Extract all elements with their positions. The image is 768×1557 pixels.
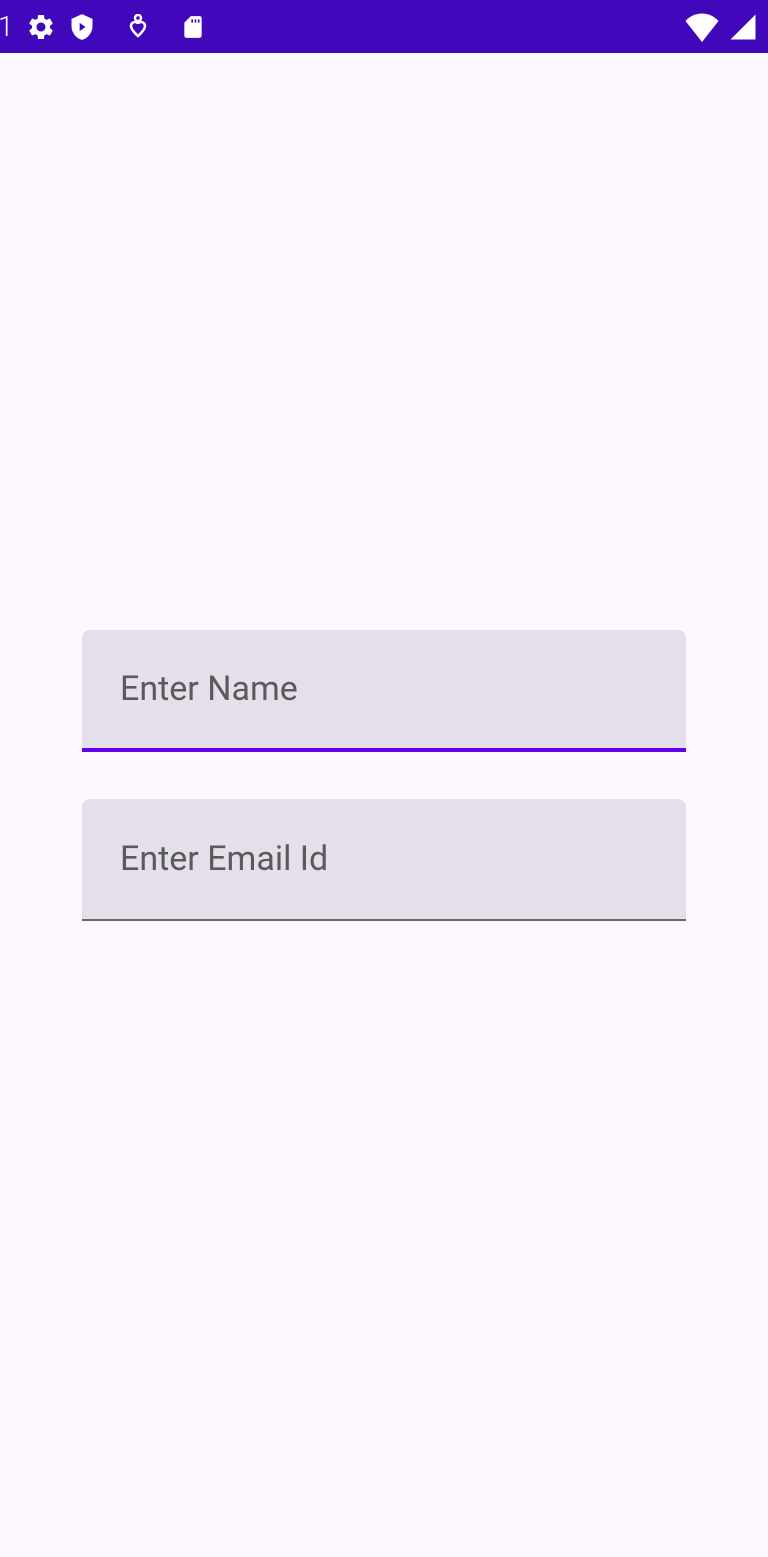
- form-container: [82, 630, 686, 921]
- status-digit: 1: [0, 10, 14, 43]
- person-heart-icon: [126, 14, 150, 40]
- cellular-signal-icon: [728, 12, 758, 42]
- email-input[interactable]: [82, 799, 686, 921]
- settings-gear-icon: [26, 12, 56, 42]
- name-input[interactable]: [82, 630, 686, 752]
- sd-card-icon: [180, 12, 206, 42]
- wifi-icon: [684, 12, 720, 42]
- main-content: [0, 23, 768, 1527]
- status-right-icons: [684, 12, 758, 42]
- shield-play-icon: [68, 13, 96, 41]
- status-left-icons: 1: [0, 10, 206, 43]
